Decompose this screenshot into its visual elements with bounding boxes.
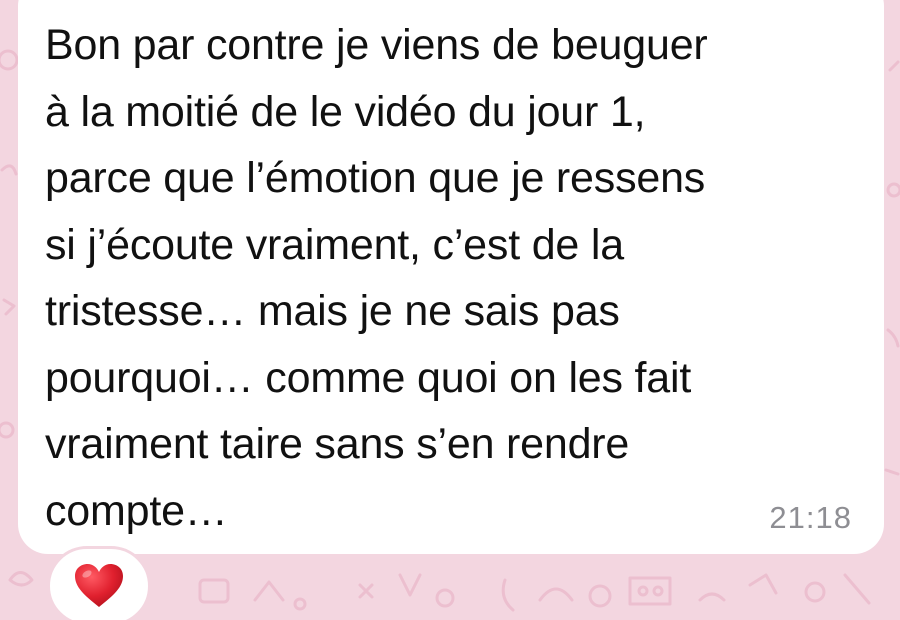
message-text: Bon par contre je viens de beuguer à la … bbox=[45, 21, 708, 535]
reaction-badge[interactable] bbox=[47, 546, 151, 620]
message-bubble[interactable]: Bon par contre je viens de beuguer à la … bbox=[18, 0, 884, 554]
heart-icon bbox=[74, 563, 124, 609]
message-timestamp: 21:18 bbox=[769, 500, 852, 535]
